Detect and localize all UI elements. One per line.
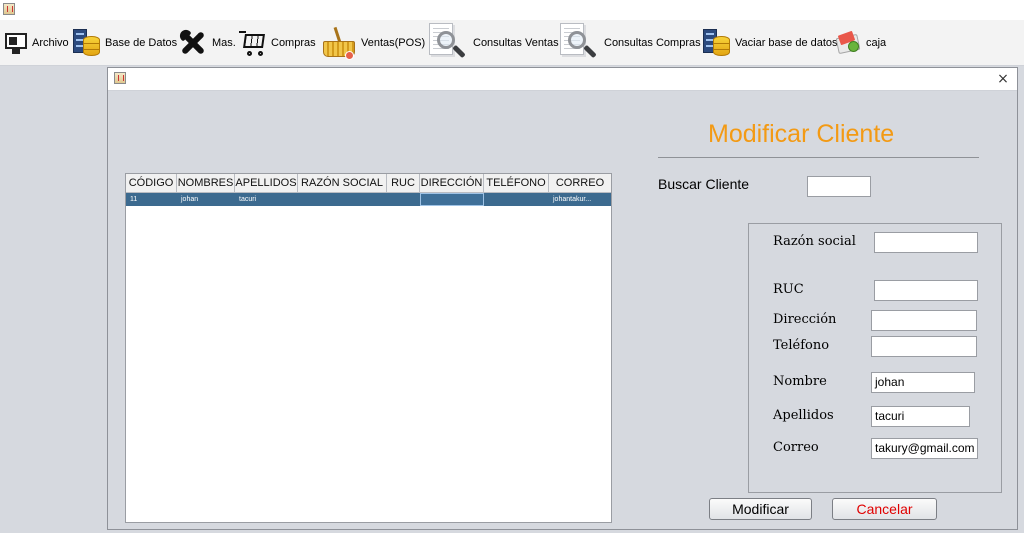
java-app-icon xyxy=(114,72,126,84)
column-header[interactable]: DIRECCIÓN xyxy=(420,174,484,193)
database-icon xyxy=(73,28,101,58)
toolbar-label: Vaciar base de datos xyxy=(735,37,838,49)
column-header[interactable]: TELÉFONO xyxy=(484,174,549,193)
correo-field[interactable]: takury@gmail.com xyxy=(871,438,978,459)
column-header[interactable]: CÓDIGO xyxy=(126,174,177,193)
tools-icon xyxy=(178,28,208,58)
table-cell[interactable] xyxy=(298,193,387,206)
telefono-field[interactable] xyxy=(871,336,977,357)
app-title-bar xyxy=(0,0,1024,20)
toolbar-item-base-de-datos[interactable]: Base de Datos xyxy=(73,20,177,66)
toolbar-label: Consultas Ventas xyxy=(473,37,559,49)
razon-social-field[interactable] xyxy=(874,232,978,253)
main-toolbar: Archivo Base de Datos Mas. Compras Venta… xyxy=(0,20,1024,66)
desktop-icon xyxy=(4,31,28,55)
nombre-label: Nombre xyxy=(773,374,827,389)
toolbar-label: Consultas Compras xyxy=(604,37,701,49)
form-title: Modificar Cliente xyxy=(708,120,895,148)
client-fields-panel: Razón social RUC Dirección Teléfono Nomb… xyxy=(748,223,1002,493)
ruc-label: RUC xyxy=(773,282,804,297)
razon-social-label: Razón social xyxy=(773,234,856,249)
search-document-icon xyxy=(427,22,467,64)
window-title-bar: × xyxy=(108,68,1017,91)
cancelar-button[interactable]: Cancelar xyxy=(832,498,937,520)
toolbar-item-compras[interactable]: Compras xyxy=(239,20,316,66)
clientes-table[interactable]: CÓDIGO NOMBRES APELLIDOS RAZÓN SOCIAL RU… xyxy=(125,173,612,523)
toolbar-item-archivo[interactable]: Archivo xyxy=(4,20,69,66)
title-separator xyxy=(658,157,979,158)
table-cell[interactable] xyxy=(420,193,484,206)
java-app-icon xyxy=(3,3,15,15)
modificar-button[interactable]: Modificar xyxy=(709,498,812,520)
basket-icon xyxy=(321,25,359,61)
table-cell[interactable]: johantakur... xyxy=(549,193,611,206)
toolbar-item-vaciar-base-de-datos[interactable]: Vaciar base de datos xyxy=(703,20,838,66)
column-header[interactable]: NOMBRES xyxy=(177,174,235,193)
shopping-cart-icon xyxy=(239,29,267,57)
search-document-icon xyxy=(558,22,598,64)
toolbar-label: caja xyxy=(866,37,887,49)
toolbar-item-caja[interactable]: caja xyxy=(835,20,887,66)
cash-icon xyxy=(835,30,862,56)
toolbar-label: Ventas(POS) xyxy=(361,37,426,49)
toolbar-label: Compras xyxy=(271,37,316,49)
toolbar-label: Archivo xyxy=(32,37,69,49)
nombre-field[interactable]: johan xyxy=(871,372,975,393)
table-row[interactable]: 11 johan tacuri johantakur... xyxy=(126,193,611,206)
apellidos-field[interactable]: tacuri xyxy=(871,406,970,427)
direccion-field[interactable] xyxy=(871,310,977,331)
ruc-field[interactable] xyxy=(874,280,978,301)
toolbar-label: Base de Datos xyxy=(105,37,178,49)
apellidos-label: Apellidos xyxy=(773,408,834,423)
buscar-cliente-label: Buscar Cliente xyxy=(658,176,750,192)
column-header[interactable]: APELLIDOS xyxy=(235,174,298,193)
column-header[interactable]: CORREO xyxy=(549,174,611,193)
table-cell[interactable] xyxy=(387,193,420,206)
table-header: CÓDIGO NOMBRES APELLIDOS RAZÓN SOCIAL RU… xyxy=(126,174,611,193)
column-header[interactable]: RAZÓN SOCIAL xyxy=(298,174,387,193)
buscar-cliente-input[interactable] xyxy=(807,176,871,197)
telefono-label: Teléfono xyxy=(773,338,830,353)
toolbar-item-mas[interactable]: Mas. xyxy=(178,20,236,66)
correo-label: Correo xyxy=(773,440,819,455)
table-cell[interactable] xyxy=(484,193,549,206)
column-header[interactable]: RUC xyxy=(387,174,420,193)
close-icon[interactable]: × xyxy=(995,70,1011,88)
toolbar-item-consultas-ventas[interactable]: Consultas Ventas xyxy=(427,20,559,66)
toolbar-item-ventas-pos[interactable]: Ventas(POS) xyxy=(321,20,425,66)
table-cell[interactable]: tacuri xyxy=(235,193,298,206)
table-cell[interactable]: 11 xyxy=(126,193,177,206)
table-cell[interactable]: johan xyxy=(177,193,235,206)
modificar-cliente-window: × CÓDIGO NOMBRES APELLIDOS RAZÓN SOCIAL … xyxy=(107,67,1018,530)
direccion-label: Dirección xyxy=(773,312,837,327)
toolbar-label: Mas. xyxy=(212,37,236,49)
database-icon xyxy=(703,28,731,58)
toolbar-item-consultas-compras[interactable]: Consultas Compras xyxy=(558,20,701,66)
